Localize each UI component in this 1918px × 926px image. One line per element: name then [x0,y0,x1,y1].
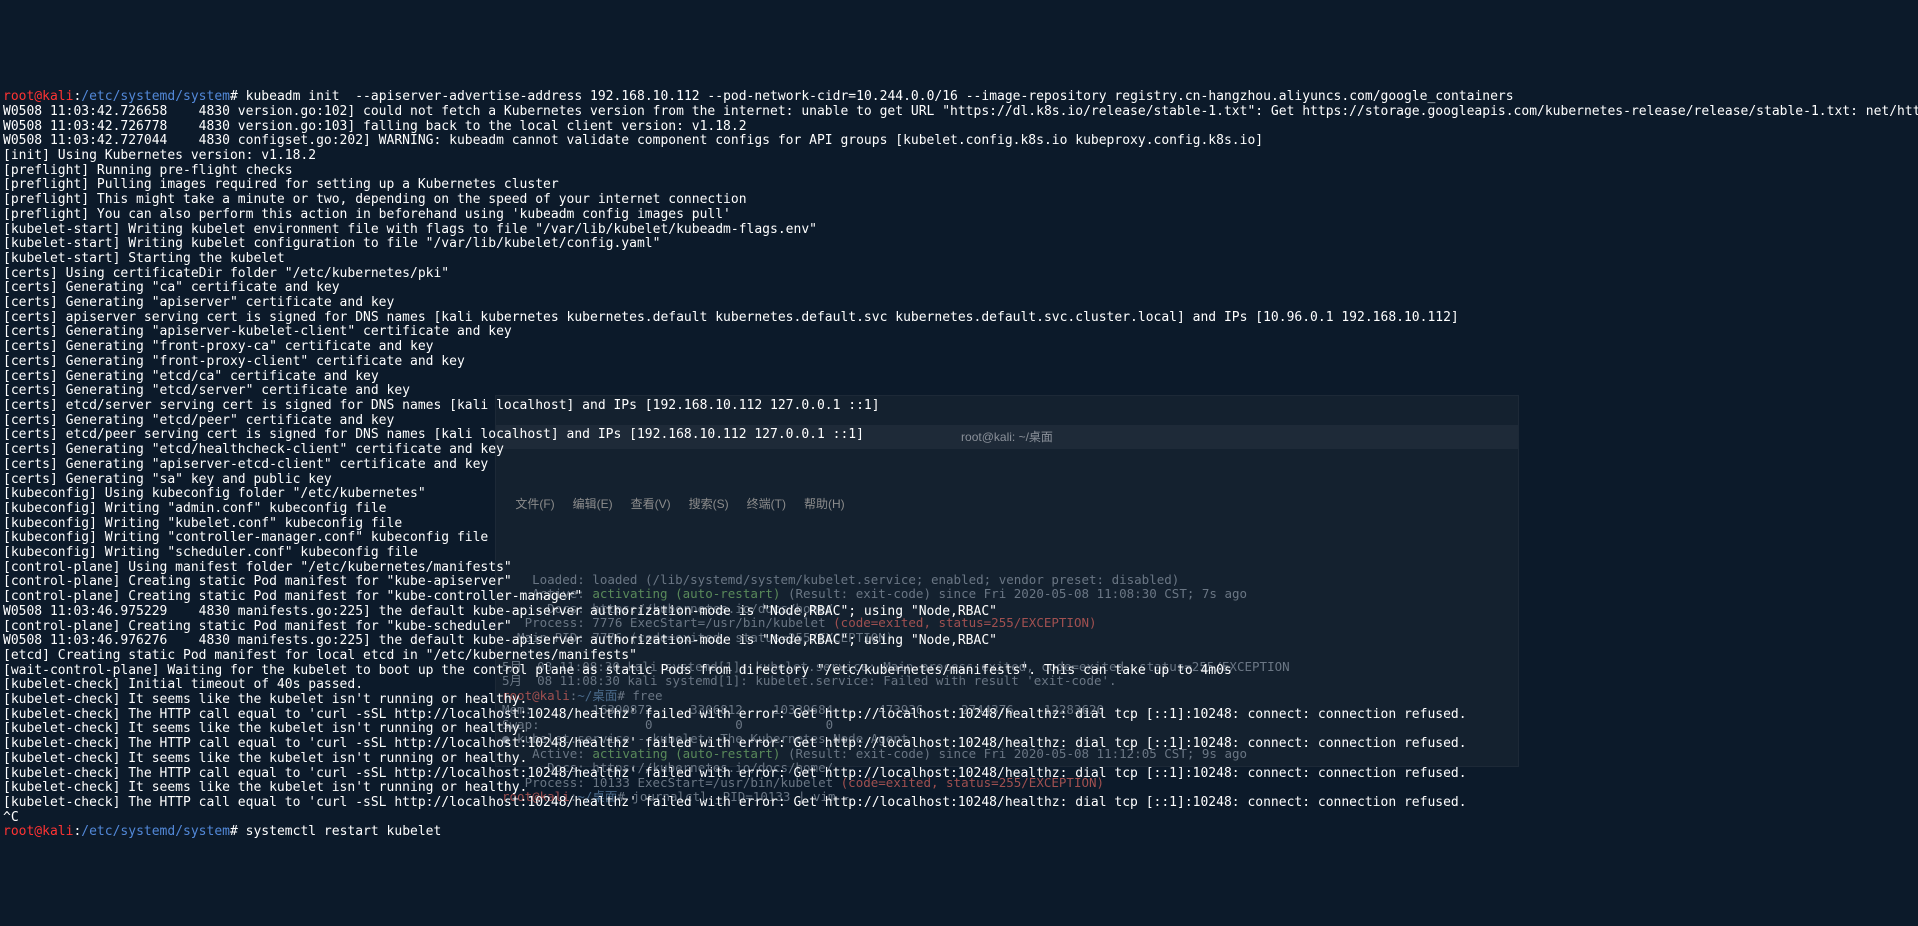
prompt-hash: # [230,824,238,839]
prompt-path: /etc/systemd/system [81,89,230,104]
prompt-path: /etc/systemd/system [81,824,230,839]
terminal-output: W0508 11:03:42.726658 4830 version.go:10… [3,104,1918,825]
prompt-user-host: root@kali [3,89,73,104]
prompt-user-host: root@kali [3,824,73,839]
command-text: kubeadm init --apiserver-advertise-addre… [238,89,1514,104]
command-text: systemctl restart kubelet [238,824,442,839]
prompt-hash: # [230,89,238,104]
foreground-terminal[interactable]: root@kali:/etc/systemd/system# kubeadm i… [0,88,1918,842]
